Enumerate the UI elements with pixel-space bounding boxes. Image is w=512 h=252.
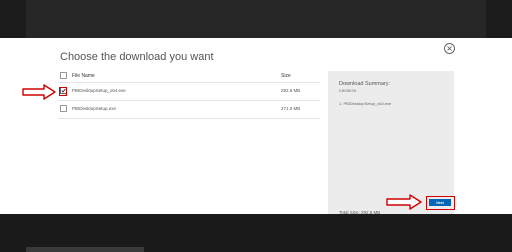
next-button[interactable]: Next xyxy=(429,199,451,206)
table-header-row: File Name Size xyxy=(58,69,320,83)
file-table: File Name Size PBIDesktopSetup_x64.exe 2… xyxy=(58,69,320,119)
row-checkbox[interactable] xyxy=(60,105,67,112)
row-file-size: 292.5 MB xyxy=(281,88,301,93)
select-all-checkbox[interactable] xyxy=(60,72,67,79)
row-file-name: PBIDesktopSetup.exe xyxy=(72,106,117,111)
checkbox-highlight-box xyxy=(59,87,67,96)
row-file-name: PBIDesktopSetup_x64.exe xyxy=(72,88,126,93)
header-file-name: File Name xyxy=(72,73,95,79)
background-top-band xyxy=(0,0,512,38)
download-dialog: Choose the download you want File Name S… xyxy=(0,38,512,223)
right-arrow-icon xyxy=(22,84,56,100)
background-bottom-band xyxy=(0,214,512,252)
table-row[interactable]: PBIDesktopSetup.exe 271.3 MB xyxy=(58,101,320,119)
next-button-highlight-box: Next xyxy=(426,196,455,210)
summary-item: 1. PBIDesktopSetup_x64.exe xyxy=(339,101,392,106)
background-top-pane xyxy=(26,0,486,38)
summary-subtitle: KBMBGB xyxy=(339,88,357,93)
table-row[interactable]: PBIDesktopSetup_x64.exe 292.5 MB xyxy=(58,83,320,101)
header-size: Size xyxy=(281,73,291,79)
summary-title: Download Summary: xyxy=(339,81,391,87)
dialog-title: Choose the download you want xyxy=(60,51,214,63)
background-bottom-strip xyxy=(26,247,144,252)
row-file-size: 271.3 MB xyxy=(281,106,301,111)
right-arrow-icon xyxy=(386,194,422,210)
close-icon[interactable] xyxy=(444,43,455,54)
